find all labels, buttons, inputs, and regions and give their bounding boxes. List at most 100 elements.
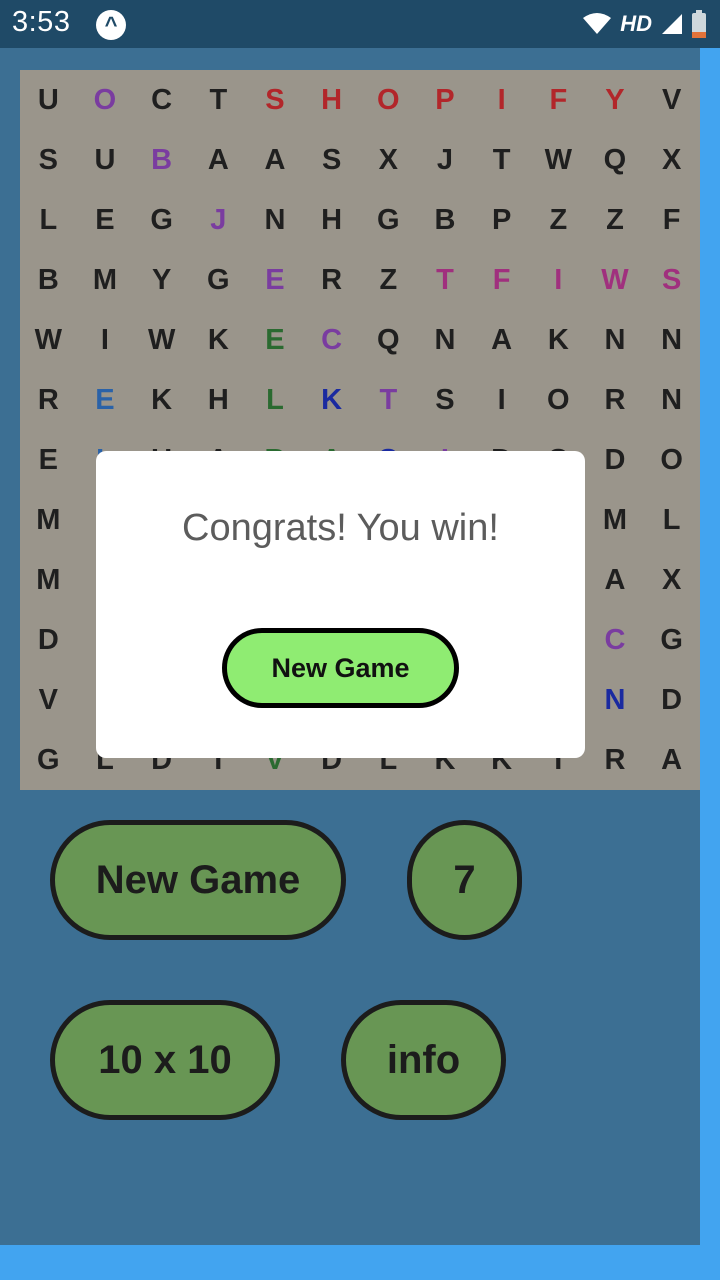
grid-cell[interactable]: H — [303, 190, 360, 250]
grid-cell[interactable]: O — [77, 70, 134, 130]
word-count-button[interactable]: 7 — [407, 820, 522, 940]
grid-cell[interactable]: N — [247, 190, 304, 250]
grid-cell[interactable]: A — [190, 130, 247, 190]
grid-cell[interactable]: W — [20, 310, 77, 370]
grid-cell[interactable]: R — [20, 370, 77, 430]
grid-cell[interactable]: Y — [587, 70, 644, 130]
app-notification-icon: ^ — [96, 10, 126, 40]
grid-cell[interactable]: N — [587, 670, 644, 730]
grid-cell[interactable]: T — [360, 370, 417, 430]
grid-cell[interactable]: W — [587, 250, 644, 310]
grid-cell[interactable]: U — [77, 130, 134, 190]
grid-cell[interactable]: Z — [530, 190, 587, 250]
grid-cell[interactable]: X — [360, 130, 417, 190]
grid-cell[interactable]: T — [473, 130, 530, 190]
wifi-icon — [583, 13, 612, 34]
grid-cell[interactable]: R — [303, 250, 360, 310]
grid-cell[interactable]: G — [360, 190, 417, 250]
grid-cell[interactable]: M — [20, 550, 77, 610]
grid-cell[interactable]: I — [473, 70, 530, 130]
grid-cell[interactable]: E — [20, 430, 77, 490]
grid-cell[interactable]: K — [530, 310, 587, 370]
grid-cell[interactable]: D — [643, 670, 700, 730]
grid-cell[interactable]: A — [247, 130, 304, 190]
grid-cell[interactable]: E — [77, 190, 134, 250]
grid-cell[interactable]: B — [20, 250, 77, 310]
grid-cell[interactable]: S — [303, 130, 360, 190]
grid-cell[interactable]: D — [587, 430, 644, 490]
grid-cell[interactable]: F — [643, 190, 700, 250]
grid-cell[interactable]: W — [530, 130, 587, 190]
grid-cell[interactable]: V — [20, 670, 77, 730]
grid-cell[interactable]: E — [247, 310, 304, 370]
grid-cell[interactable]: B — [133, 130, 190, 190]
grid-cell[interactable]: Y — [133, 250, 190, 310]
grid-cell[interactable]: D — [20, 610, 77, 670]
grid-cell[interactable]: L — [643, 490, 700, 550]
grid-cell[interactable]: A — [587, 550, 644, 610]
status-icons: HD — [582, 8, 706, 40]
grid-cell[interactable]: G — [643, 610, 700, 670]
battery-icon — [692, 10, 706, 38]
grid-cell[interactable]: K — [190, 310, 247, 370]
grid-cell[interactable]: Z — [360, 250, 417, 310]
grid-cell[interactable]: S — [20, 130, 77, 190]
grid-cell[interactable]: T — [190, 70, 247, 130]
grid-cell[interactable]: O — [360, 70, 417, 130]
grid-size-button[interactable]: 10 x 10 — [50, 1000, 280, 1120]
grid-cell[interactable]: X — [643, 130, 700, 190]
grid-cell[interactable]: O — [530, 370, 587, 430]
grid-cell[interactable]: L — [247, 370, 304, 430]
grid-cell[interactable]: Z — [587, 190, 644, 250]
grid-cell[interactable]: R — [587, 730, 644, 790]
grid-cell[interactable]: M — [77, 250, 134, 310]
dialog-new-game-button[interactable]: New Game — [222, 628, 459, 708]
grid-cell[interactable]: G — [20, 730, 77, 790]
grid-cell[interactable]: A — [473, 310, 530, 370]
grid-cell[interactable]: L — [20, 190, 77, 250]
grid-cell[interactable]: J — [190, 190, 247, 250]
grid-cell[interactable]: N — [643, 370, 700, 430]
win-dialog: Congrats! You win! New Game — [96, 451, 585, 758]
grid-cell[interactable]: U — [20, 70, 77, 130]
grid-cell[interactable]: S — [417, 370, 474, 430]
grid-cell[interactable]: C — [133, 70, 190, 130]
grid-cell[interactable]: H — [303, 70, 360, 130]
grid-cell[interactable]: C — [303, 310, 360, 370]
grid-cell[interactable]: R — [587, 370, 644, 430]
grid-cell[interactable]: T — [417, 250, 474, 310]
grid-cell[interactable]: F — [473, 250, 530, 310]
new-game-button[interactable]: New Game — [50, 820, 346, 940]
grid-cell[interactable]: V — [643, 70, 700, 130]
grid-cell[interactable]: M — [20, 490, 77, 550]
grid-cell[interactable]: N — [587, 310, 644, 370]
grid-cell[interactable]: N — [643, 310, 700, 370]
grid-cell[interactable]: H — [190, 370, 247, 430]
grid-cell[interactable]: O — [643, 430, 700, 490]
grid-cell[interactable]: F — [530, 70, 587, 130]
grid-cell[interactable]: I — [77, 310, 134, 370]
grid-cell[interactable]: W — [133, 310, 190, 370]
grid-cell[interactable]: B — [417, 190, 474, 250]
grid-cell[interactable]: Q — [587, 130, 644, 190]
grid-cell[interactable]: E — [77, 370, 134, 430]
grid-cell[interactable]: G — [133, 190, 190, 250]
grid-cell[interactable]: K — [133, 370, 190, 430]
grid-cell[interactable]: I — [473, 370, 530, 430]
grid-cell[interactable]: P — [417, 70, 474, 130]
grid-cell[interactable]: I — [530, 250, 587, 310]
info-button[interactable]: info — [341, 1000, 506, 1120]
grid-cell[interactable]: S — [247, 70, 304, 130]
grid-cell[interactable]: M — [587, 490, 644, 550]
grid-cell[interactable]: Q — [360, 310, 417, 370]
grid-cell[interactable]: A — [643, 730, 700, 790]
grid-cell[interactable]: P — [473, 190, 530, 250]
grid-cell[interactable]: K — [303, 370, 360, 430]
grid-cell[interactable]: G — [190, 250, 247, 310]
grid-cell[interactable]: S — [643, 250, 700, 310]
grid-cell[interactable]: E — [247, 250, 304, 310]
grid-cell[interactable]: N — [417, 310, 474, 370]
grid-cell[interactable]: J — [417, 130, 474, 190]
grid-cell[interactable]: X — [643, 550, 700, 610]
grid-cell[interactable]: C — [587, 610, 644, 670]
